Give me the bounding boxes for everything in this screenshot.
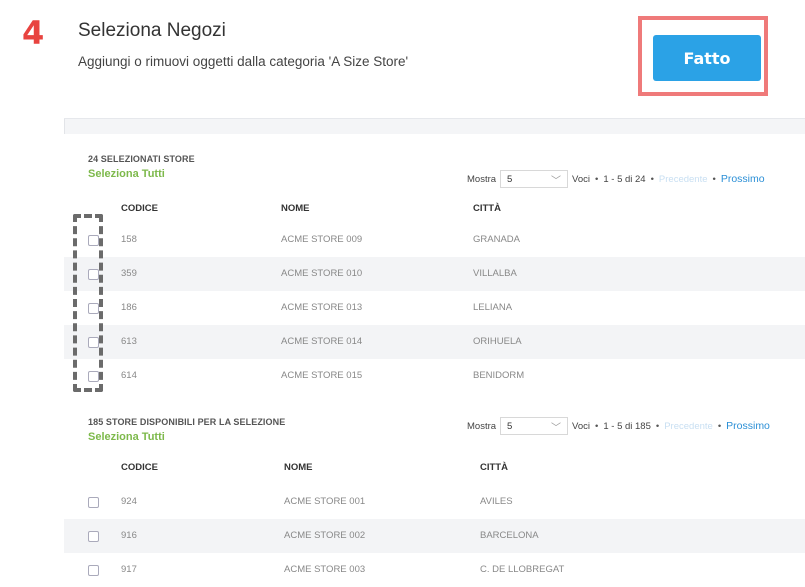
column-header-city[interactable]: CITTÀ: [473, 203, 501, 214]
column-header-name[interactable]: NOME: [284, 462, 313, 473]
show-label: Mostra: [467, 173, 497, 185]
table-row[interactable]: 158 ACME STORE 009 GRANADA: [64, 223, 805, 257]
selected-select-all-link[interactable]: Seleziona Tutti: [88, 168, 165, 180]
row-code: 924: [121, 496, 137, 507]
page-size-value: 5: [507, 420, 513, 432]
row-name: ACME STORE 002: [284, 530, 366, 541]
row-city: ORIHUELA: [473, 336, 522, 347]
row-code: 359: [121, 268, 137, 279]
selected-pager: Mostra 5 ﹀ Voci • 1 - 5 di 24 • Preceden…: [467, 170, 765, 188]
chevron-down-icon: ﹀: [551, 175, 562, 187]
separator-dot: •: [595, 420, 599, 432]
column-header-city[interactable]: CITTÀ: [480, 462, 508, 473]
entries-label: Voci: [572, 173, 591, 185]
range-label: 1 - 5 di 24: [603, 173, 646, 185]
show-label: Mostra: [467, 420, 497, 432]
separator-dot: •: [717, 420, 722, 432]
available-section-title: 185 STORE DISPONIBILI PER LA SELEZIONE: [88, 417, 286, 427]
row-city: AVILES: [480, 496, 513, 507]
row-name: ACME STORE 014: [281, 336, 363, 347]
row-code: 613: [121, 336, 137, 347]
done-button[interactable]: Fatto: [653, 35, 761, 81]
row-checkbox[interactable]: [88, 531, 99, 542]
entries-label: Voci: [572, 420, 591, 432]
stores-content: 24 SELEZIONATI STORE Seleziona Tutti Mos…: [64, 134, 805, 582]
selected-section-title: 24 SELEZIONATI STORE: [88, 154, 195, 164]
column-header-code[interactable]: CODICE: [121, 462, 158, 473]
row-code: 158: [121, 234, 137, 245]
table-row[interactable]: 186 ACME STORE 013 LELIANA: [64, 291, 805, 325]
page-title: Seleziona Negozi: [78, 20, 226, 41]
separator-dot: •: [595, 173, 599, 185]
chevron-down-icon: ﹀: [551, 422, 562, 434]
column-header-name[interactable]: NOME: [281, 203, 310, 214]
step-number: 4: [22, 14, 45, 52]
row-name: ACME STORE 009: [281, 234, 363, 245]
previous-link[interactable]: Precedente: [664, 421, 713, 432]
row-city: LELIANA: [473, 302, 513, 313]
row-city: BARCELONA: [480, 530, 539, 541]
table-row[interactable]: 359 ACME STORE 010 VILLALBA: [64, 257, 805, 291]
column-header-code[interactable]: CODICE: [121, 203, 158, 214]
available-select-all-link[interactable]: Seleziona Tutti: [88, 431, 165, 443]
range-label: 1 - 5 di 185: [603, 420, 651, 432]
next-link[interactable]: Prossimo: [726, 420, 770, 432]
checkbox-highlight: [73, 214, 103, 392]
page-size-select[interactable]: 5 ﹀: [500, 417, 569, 435]
page-subtitle: Aggiungi o rimuovi oggetti dalla categor…: [78, 54, 409, 69]
row-city: GRANADA: [473, 234, 520, 245]
row-name: ACME STORE 013: [281, 302, 363, 313]
panel-header: Seleziona Negozi Aggiungi o rimuovi ogge…: [64, 0, 805, 119]
row-name: ACME STORE 015: [281, 370, 363, 381]
next-link[interactable]: Prossimo: [721, 173, 765, 185]
row-code: 186: [121, 302, 137, 313]
row-checkbox[interactable]: [88, 565, 99, 576]
row-name: ACME STORE 010: [281, 268, 363, 279]
row-name: ACME STORE 001: [284, 496, 366, 507]
row-code: 614: [121, 370, 137, 381]
page-size-value: 5: [507, 173, 513, 185]
table-row[interactable]: 916 ACME STORE 002 BARCELONA: [64, 519, 805, 553]
row-code: 916: [121, 530, 137, 541]
previous-link[interactable]: Precedente: [659, 174, 708, 185]
row-city: BENIDORM: [473, 370, 525, 381]
table-row[interactable]: 614 ACME STORE 015 BENIDORM: [64, 359, 805, 393]
table-row[interactable]: 613 ACME STORE 014 ORIHUELA: [64, 325, 805, 359]
row-city: VILLALBA: [473, 268, 517, 279]
row-checkbox[interactable]: [88, 497, 99, 508]
table-row[interactable]: 924 ACME STORE 001 AVILES: [64, 485, 805, 519]
separator-dot: •: [712, 173, 716, 185]
page-size-select[interactable]: 5 ﹀: [500, 170, 569, 188]
separator-dot: •: [655, 420, 660, 432]
available-pager: Mostra 5 ﹀ Voci • 1 - 5 di 185 • Precede…: [467, 417, 770, 435]
separator-dot: •: [650, 173, 654, 185]
